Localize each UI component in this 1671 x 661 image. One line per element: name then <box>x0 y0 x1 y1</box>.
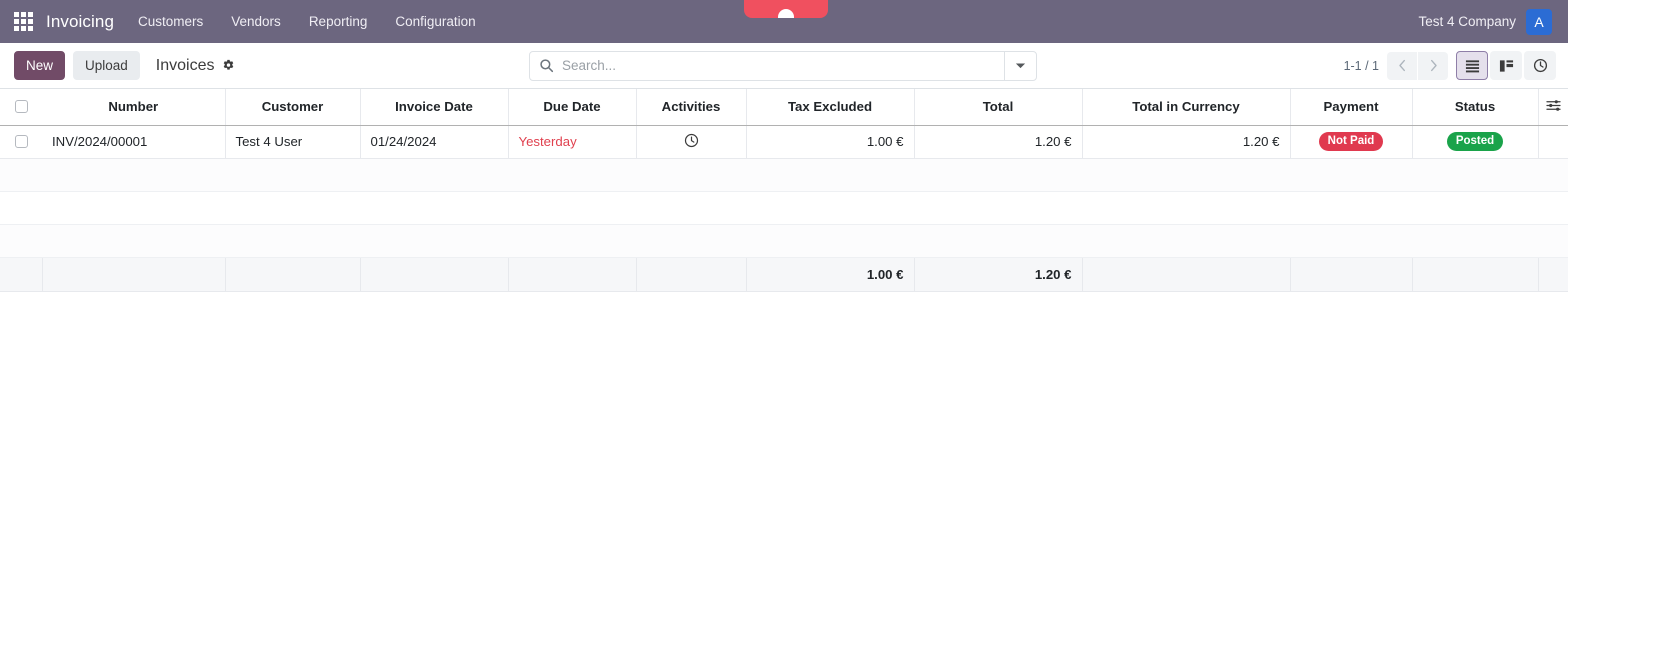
cell-total-in-currency[interactable]: 1.20 € <box>1082 125 1291 159</box>
column-header-status[interactable]: Status <box>1412 89 1539 126</box>
search-input[interactable] <box>562 58 1004 73</box>
list-view-icon[interactable] <box>1456 51 1488 80</box>
column-header-invoice-date[interactable]: Invoice Date <box>360 89 509 126</box>
cell-activities[interactable] <box>636 125 747 159</box>
pager-value[interactable]: 1-1 / 1 <box>1344 59 1387 73</box>
column-header-due-date[interactable]: Due Date <box>508 89 637 126</box>
footer-spacer <box>0 256 43 292</box>
table-body: INV/2024/00001 Test 4 User 01/24/2024 Ye… <box>0 125 1568 258</box>
status-badge: Posted <box>1446 132 1504 151</box>
nav-menu-vendors[interactable]: Vendors <box>217 3 295 40</box>
gear-icon[interactable] <box>222 59 235 72</box>
column-header-number[interactable]: Number <box>42 89 226 126</box>
view-switcher <box>1456 51 1556 80</box>
footer-activities <box>636 256 747 292</box>
list-view-container: Number Customer Invoice Date Due Date Ac… <box>0 89 1568 612</box>
odoo-invoicing-app: Invoicing Customers Vendors Reporting Co… <box>0 0 1568 661</box>
footer-payment <box>1290 256 1413 292</box>
column-header-payment[interactable]: Payment <box>1290 89 1413 126</box>
breadcrumb: Invoices <box>156 57 235 75</box>
nav-menu-configuration[interactable]: Configuration <box>381 3 489 40</box>
status-badge: Not Paid <box>1318 132 1384 151</box>
toast-chevron-shape <box>778 9 794 18</box>
kanban-view-icon[interactable] <box>1490 51 1522 80</box>
column-header-total[interactable]: Total <box>914 89 1083 126</box>
pager-next-button[interactable] <box>1418 51 1448 80</box>
row-checkbox[interactable] <box>15 135 28 148</box>
column-header-customer[interactable]: Customer <box>225 89 361 126</box>
apps-grid-glyph <box>13 12 33 31</box>
column-settings-icon[interactable] <box>1546 99 1561 112</box>
nav-menu-reporting[interactable]: Reporting <box>295 3 382 40</box>
cell-optional <box>1538 125 1568 159</box>
activity-clock-icon[interactable] <box>1524 51 1556 80</box>
footer-tax-excluded-total: 1.00 € <box>746 256 915 292</box>
column-header-total-in-currency[interactable]: Total in Currency <box>1082 89 1291 126</box>
footer-optional <box>1538 256 1568 292</box>
empty-row-cell <box>0 191 1568 225</box>
empty-row <box>0 224 1568 258</box>
pager-previous-button[interactable] <box>1387 51 1417 80</box>
invoices-table: Number Customer Invoice Date Due Date Ac… <box>0 89 1568 292</box>
cell-customer[interactable]: Test 4 User <box>225 125 361 159</box>
footer-total: 1.20 € <box>914 256 1083 292</box>
empty-row <box>0 191 1568 225</box>
company-switcher[interactable]: Test 4 Company <box>1418 14 1516 29</box>
row-select-cell <box>0 125 42 159</box>
cell-payment[interactable]: Not Paid <box>1290 125 1413 159</box>
footer-number <box>42 256 226 292</box>
cell-tax-excluded[interactable]: 1.00 € <box>746 125 915 159</box>
new-button[interactable]: New <box>14 51 66 80</box>
footer-customer <box>225 256 361 292</box>
empty-row <box>0 158 1568 192</box>
empty-row-cell <box>0 224 1568 258</box>
app-brand-invoicing[interactable]: Invoicing <box>40 12 124 32</box>
table-row[interactable]: INV/2024/00001 Test 4 User 01/24/2024 Ye… <box>0 125 1568 159</box>
avatar[interactable]: A <box>1526 8 1552 35</box>
cell-due-date[interactable]: Yesterday <box>508 125 637 159</box>
upload-button[interactable]: Upload <box>73 51 140 80</box>
control-panel-right: 1-1 / 1 <box>1344 51 1556 80</box>
select-all-checkbox[interactable] <box>15 100 28 114</box>
page-blank-area <box>0 291 1568 612</box>
footer-invoice-date <box>360 256 509 292</box>
cell-total[interactable]: 1.20 € <box>914 125 1083 159</box>
table-footer: 1.00 € 1.20 € <box>0 256 1568 292</box>
activity-clock-icon[interactable] <box>684 133 699 148</box>
control-panel: New Upload Invoices Search... 1-1 / 1 <box>0 43 1568 89</box>
apps-grid-icon[interactable] <box>10 9 36 35</box>
search-view[interactable] <box>529 50 1037 81</box>
page-title: Invoices <box>155 56 215 74</box>
table-header: Number Customer Invoice Date Due Date Ac… <box>0 89 1568 126</box>
pager: 1-1 / 1 <box>1344 51 1448 80</box>
empty-row-cell <box>0 158 1568 192</box>
footer-due-date <box>508 256 637 292</box>
optional-columns-dropdown[interactable] <box>1538 89 1568 126</box>
cell-status[interactable]: Posted <box>1412 125 1539 159</box>
totals-row: 1.00 € 1.20 € <box>0 256 1568 292</box>
footer-total-in-currency <box>1082 256 1291 292</box>
notification-toast[interactable] <box>744 0 828 18</box>
navbar-menu-list: Customers Vendors Reporting Configuratio… <box>124 3 490 40</box>
cell-number[interactable]: INV/2024/00001 <box>42 125 226 159</box>
nav-menu-customers[interactable]: Customers <box>124 3 217 40</box>
column-header-tax-excluded[interactable]: Tax Excluded <box>746 89 915 126</box>
navbar-right-group: Test 4 Company A <box>1418 8 1556 35</box>
search-icon <box>530 58 562 73</box>
search-dropdown-toggle[interactable] <box>1004 51 1036 80</box>
footer-status <box>1412 256 1539 292</box>
table-header-row: Number Customer Invoice Date Due Date Ac… <box>0 89 1568 126</box>
cell-invoice-date[interactable]: 01/24/2024 <box>360 125 509 159</box>
column-header-activities[interactable]: Activities <box>636 89 747 126</box>
select-all-header <box>0 89 42 126</box>
